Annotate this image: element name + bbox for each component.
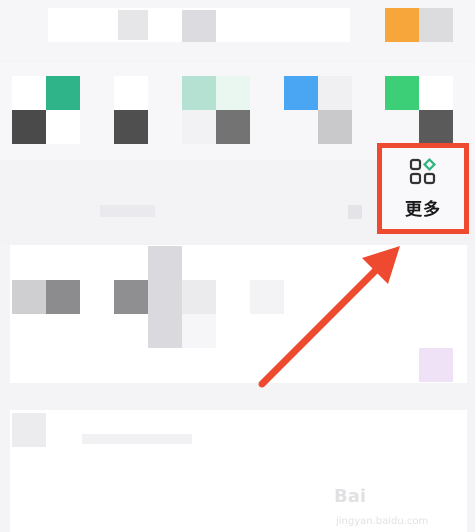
blurred-shortcut-icon[interactable] <box>114 76 148 110</box>
blurred-shortcut-icon[interactable] <box>182 76 216 110</box>
blurred-tile <box>12 413 46 447</box>
blurred-tile <box>12 280 46 314</box>
watermark-brand: Bai <box>334 486 366 507</box>
blurred-tile-orange <box>385 8 419 42</box>
blurred-text <box>100 205 155 217</box>
blurred-tile <box>182 314 216 348</box>
blurred-shortcut-icon[interactable] <box>284 76 318 110</box>
blurred-shortcut-icon <box>419 110 453 144</box>
blurred-shortcut-icon <box>46 110 80 144</box>
blurred-shortcut-icon[interactable] <box>12 76 46 110</box>
blurred-tile <box>419 8 453 42</box>
blurred-text <box>82 434 192 444</box>
blurred-close-icon <box>348 205 362 219</box>
grid-more-icon <box>409 157 437 185</box>
blurred-shortcut-icon <box>216 110 250 144</box>
blurred-shortcut-icon <box>182 110 216 144</box>
blurred-tile <box>114 280 148 314</box>
watermark-url: jingyan.baidu.com <box>335 516 428 527</box>
annotation-arrow <box>258 246 400 388</box>
more-button[interactable]: 更多 <box>377 143 469 234</box>
blurred-shortcut-icon <box>318 76 352 110</box>
blurred-tile <box>118 10 148 40</box>
more-label: 更多 <box>405 200 441 220</box>
blurred-tile <box>148 246 182 348</box>
blurred-tile <box>46 280 80 314</box>
watermark: Bai jingyan.baidu.com <box>334 486 428 527</box>
blurred-shortcut-icon <box>216 76 250 110</box>
blurred-shortcut-icon <box>46 76 80 110</box>
blurred-shortcut-icon <box>284 110 318 144</box>
blurred-tile <box>182 280 216 314</box>
blurred-shortcut-icon[interactable] <box>385 76 419 110</box>
blurred-shortcut-icon <box>318 110 352 144</box>
blurred-shortcut-icon <box>114 110 148 144</box>
blurred-tile-lilac <box>419 348 453 382</box>
blurred-shortcut-icon <box>419 76 453 110</box>
blurred-tile <box>182 10 216 42</box>
blurred-shortcut-icon <box>12 110 46 144</box>
